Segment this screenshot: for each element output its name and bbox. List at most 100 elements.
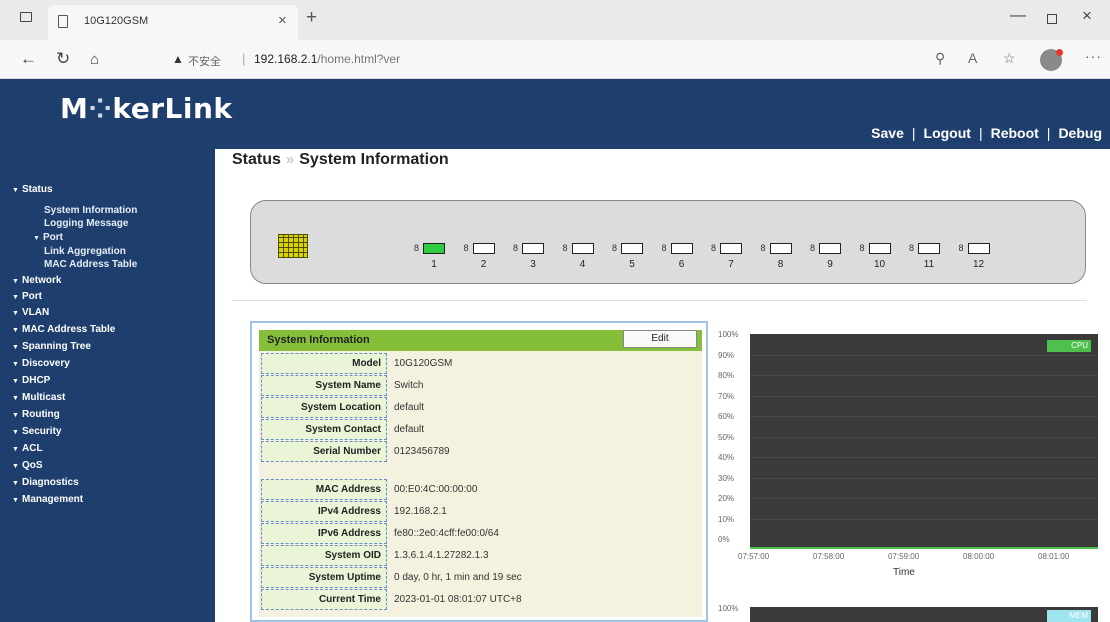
info-label: System Location: [261, 397, 387, 418]
cpu-grid-line: [750, 477, 1098, 479]
port-10[interactable]: 8 10: [860, 241, 896, 271]
sidebar-item-multicast[interactable]: ▼ Multicast: [12, 392, 65, 403]
info-row: IPv6 Address fe80::2e0:4cff:fe00:0/64: [259, 523, 702, 545]
port-5[interactable]: 85: [612, 241, 648, 271]
top-nav: Save | Logout | Reboot | Debug: [871, 125, 1102, 141]
address-separator: |: [242, 51, 246, 66]
nav-separator: |: [1046, 125, 1051, 141]
notification-dot: [1056, 49, 1063, 56]
expand-icon: ▼: [33, 235, 40, 242]
home-icon[interactable]: ⌂: [90, 51, 99, 68]
sidebar-item-routing[interactable]: ▼ Routing: [12, 409, 60, 420]
port-11[interactable]: 8 11: [909, 241, 945, 271]
port-6[interactable]: 86: [662, 241, 698, 271]
sidebar-item-diagnostics[interactable]: ▼ Diagnostics: [12, 477, 79, 488]
sidebar-item-mac-address-table[interactable]: ▼ MAC Address Table: [12, 324, 115, 335]
info-value: default: [394, 402, 425, 413]
logo-dots: ⁘: [88, 92, 113, 125]
sidebar-item-security[interactable]: ▼ Security: [12, 426, 61, 437]
sidebar-item-qos[interactable]: ▼ QoS: [12, 460, 43, 471]
debug-link[interactable]: Debug: [1058, 125, 1102, 141]
save-link[interactable]: Save: [871, 125, 904, 141]
info-row: System Name Switch: [259, 375, 702, 397]
expand-icon: ▼: [12, 378, 19, 385]
expand-icon: ▼: [12, 327, 19, 334]
port-lead: 8: [958, 243, 964, 253]
cpu-grid-line: [750, 436, 1098, 438]
edit-button[interactable]: Edit: [623, 330, 697, 348]
maximize-icon[interactable]: [1047, 14, 1057, 24]
sidebar-item-status[interactable]: ▼ Status: [12, 184, 53, 195]
logout-link[interactable]: Logout: [924, 125, 971, 141]
sidebar-item-label: Port: [22, 291, 42, 302]
info-row: System OID 1.3.6.1.4.1.27282.1.3: [259, 545, 702, 567]
port-number: 2: [480, 259, 487, 270]
port-2[interactable]: 82: [464, 241, 500, 271]
zoom-icon[interactable]: ⚲: [935, 50, 945, 67]
browser-tab[interactable]: 10G120GSM ×: [48, 5, 298, 40]
cpu-y-tick: 10%: [718, 514, 735, 524]
sidebar-item-port-status[interactable]: ▼ Port: [33, 232, 63, 243]
more-menu-icon[interactable]: ···: [1085, 48, 1102, 64]
sidebar-item-discovery[interactable]: ▼ Discovery: [12, 358, 70, 369]
port-lead: 8: [463, 243, 469, 253]
cpu-grid-line: [750, 457, 1098, 458]
window-menu-icon[interactable]: [20, 12, 32, 22]
back-icon[interactable]: ←: [20, 49, 37, 69]
sidebar-item-label: Port: [43, 232, 63, 243]
sidebar-item-label: Discovery: [22, 358, 70, 369]
port-3[interactable]: 83: [513, 241, 549, 271]
port-9[interactable]: 89: [810, 241, 846, 271]
port-lead: 8: [661, 243, 667, 253]
close-window-icon[interactable]: ×: [1082, 6, 1092, 26]
url-field[interactable]: 192.168.2.1/home.html?ver: [254, 52, 400, 66]
collections-icon[interactable]: ☆: [1003, 50, 1016, 67]
sidebar-item-label: Link Aggregation: [44, 246, 126, 257]
cpu-x-tick: 07:58:00: [813, 552, 845, 561]
info-row: Current Time 2023-01-01 08:01:07 UTC+8: [259, 589, 702, 611]
sidebar-item-link-aggregation[interactable]: Link Aggregation: [44, 246, 126, 257]
port-lead: 8: [711, 243, 717, 253]
sidebar-item-system-information[interactable]: System Information: [44, 205, 137, 216]
warning-icon[interactable]: ▲: [172, 52, 184, 66]
sidebar-item-label: Management: [22, 494, 84, 505]
info-row: System Contact default: [259, 419, 702, 441]
sidebar-item-label: MAC Address Table: [44, 259, 138, 270]
cpu-y-tick: 40%: [718, 453, 735, 462]
sidebar-item-acl[interactable]: ▼ ACL: [12, 443, 43, 454]
port-4[interactable]: 84: [563, 241, 599, 271]
sidebar-item-dhcp[interactable]: ▼ DHCP: [12, 375, 50, 386]
port-lead: 8: [909, 243, 915, 253]
port-7[interactable]: 87: [711, 241, 747, 271]
info-label: Serial Number: [261, 441, 387, 462]
sidebar-item-mac-address-table-status[interactable]: MAC Address Table: [44, 259, 137, 270]
new-tab-icon[interactable]: +: [306, 7, 317, 29]
info-label: MAC Address: [261, 479, 387, 500]
minimize-icon[interactable]: —: [1010, 7, 1026, 25]
info-label: System OID: [261, 545, 387, 566]
port-1[interactable]: 81: [414, 241, 450, 271]
address-bar: ← ↻ ⌂ ▲ 不安全 | 192.168.2.1/home.html?ver …: [0, 40, 1110, 79]
info-value: 10G120GSM: [394, 358, 453, 369]
expand-icon: ▼: [12, 310, 19, 317]
sidebar-item-port[interactable]: ▼ Port: [12, 291, 42, 302]
reboot-link[interactable]: Reboot: [991, 125, 1039, 141]
nav-separator: |: [911, 125, 916, 141]
sidebar-item-vlan[interactable]: ▼ VLAN: [12, 307, 49, 318]
port-8[interactable]: 88: [761, 241, 797, 271]
sidebar-item-spanning-tree[interactable]: ▼ Spanning Tree: [12, 341, 91, 352]
refresh-icon[interactable]: ↻: [56, 49, 70, 69]
tab-close-icon[interactable]: ×: [278, 12, 287, 29]
system-information-header: System Information Edit: [259, 330, 702, 351]
port-12[interactable]: 8 12: [959, 241, 995, 271]
read-aloud-icon[interactable]: A: [968, 50, 977, 66]
cpu-usage-line: [750, 547, 1098, 549]
breadcrumb: Status» System Information: [232, 151, 449, 169]
sidebar-item-management[interactable]: ▼ Management: [12, 494, 83, 505]
port-connector-icon: [522, 243, 544, 254]
page-title: System Information: [299, 151, 449, 168]
sidebar-item-network[interactable]: ▼ Network: [12, 275, 61, 286]
insecure-label[interactable]: 不安全: [188, 53, 221, 69]
sidebar-item-logging-message[interactable]: Logging Message: [44, 218, 128, 229]
port-number: 11: [923, 259, 935, 270]
